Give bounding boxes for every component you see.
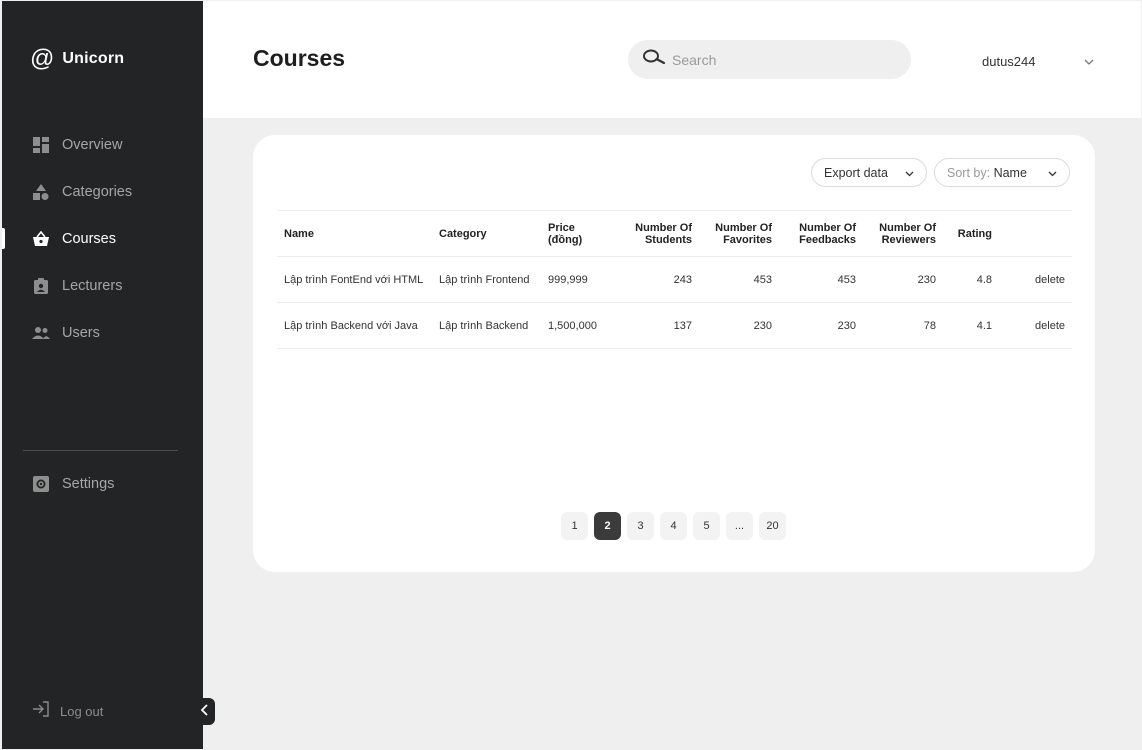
page-button-4[interactable]: 4 [660, 512, 687, 540]
sidebar-item-label: Categories [62, 183, 133, 200]
top-header: Courses dutus244 [203, 1, 1141, 118]
cell-feedbacks: 230 [779, 302, 863, 349]
sidebar-item-settings[interactable]: Settings [2, 460, 203, 507]
cell-price: 999,999 [541, 256, 619, 303]
cell-category: Lập trình Frontend [432, 256, 541, 303]
username: dutus244 [982, 53, 1036, 69]
sidebar-item-label: Settings [62, 475, 115, 492]
column-header-favorites[interactable]: Number Of Favorites [699, 210, 779, 257]
sidebar-item-lecturers[interactable]: Lecturers [2, 262, 203, 309]
chevron-down-icon [905, 166, 914, 180]
settings-icon [32, 475, 50, 493]
users-icon [32, 324, 50, 342]
cell-rating: 4.1 [943, 302, 999, 349]
column-header-students[interactable]: Number Of Students [619, 210, 699, 257]
page-title: Courses [253, 45, 346, 71]
sort-value: Name [993, 165, 1027, 180]
user-menu[interactable]: dutus244 [982, 51, 1094, 71]
logo-at-icon: @ [30, 45, 55, 72]
sidebar: @ Unicorn Overview Categories Courses Le… [2, 1, 215, 749]
column-header-rating[interactable]: Rating [943, 210, 999, 257]
cell-name: Lập trình Backend với Java [277, 302, 432, 349]
page-button-3[interactable]: 3 [627, 512, 654, 540]
sidebar-collapse-button[interactable] [195, 698, 215, 725]
delete-button[interactable]: delete [1035, 274, 1065, 286]
sort-text: Sort by: Name [947, 166, 1027, 180]
sidebar-item-categories[interactable]: Categories [2, 168, 203, 215]
delete-button[interactable]: delete [1035, 320, 1065, 332]
cell-rating: 4.8 [943, 256, 999, 303]
table-row[interactable]: Lập trình Backend với Java Lập trình Bac… [277, 302, 1072, 349]
sidebar-item-overview[interactable]: Overview [2, 121, 203, 168]
courses-table: Name Category Price (đồng) Number Of Stu… [277, 210, 1072, 349]
dashboard-icon [32, 136, 50, 154]
chevron-down-icon [1084, 52, 1094, 70]
column-header-feedbacks[interactable]: Number Of Feedbacks [779, 210, 863, 257]
sidebar-nav: Overview Categories Courses Lecturers Us… [2, 121, 203, 356]
sidebar-divider [23, 450, 178, 451]
cell-favorites: 230 [699, 302, 779, 349]
export-data-button[interactable]: Export data [811, 158, 927, 187]
sort-by-dropdown[interactable]: Sort by: Name [934, 158, 1070, 187]
table-header-row: Name Category Price (đồng) Number Of Stu… [277, 210, 1072, 257]
chevron-left-icon [200, 703, 209, 721]
sidebar-item-users[interactable]: Users [2, 309, 203, 356]
cell-students: 137 [619, 302, 699, 349]
sidebar-item-courses[interactable]: Courses [2, 215, 203, 262]
search-bar[interactable] [628, 40, 911, 79]
search-icon [642, 49, 666, 70]
logout-button[interactable]: Log out [32, 701, 103, 722]
sidebar-item-label: Lecturers [62, 277, 123, 294]
search-input[interactable] [672, 51, 892, 68]
cell-feedbacks: 453 [779, 256, 863, 303]
sidebar-settings: Settings [2, 460, 203, 507]
badge-icon [32, 277, 50, 295]
table-row[interactable]: Lập trình FontEnd với HTML Lập trình Fro… [277, 256, 1072, 303]
chevron-down-icon [1048, 166, 1057, 180]
export-label: Export data [824, 165, 888, 180]
cell-category: Lập trình Backend [432, 302, 541, 349]
page-button-5[interactable]: 5 [693, 512, 720, 540]
cell-price: 1,500,000 [541, 302, 619, 349]
column-header-category[interactable]: Category [432, 210, 541, 257]
cell-favorites: 453 [699, 256, 779, 303]
column-header-name[interactable]: Name [277, 210, 432, 257]
shapes-icon [32, 183, 50, 201]
page-ellipsis[interactable]: ... [726, 512, 753, 540]
sidebar-item-label: Overview [62, 136, 123, 153]
brand-logo[interactable]: @ Unicorn [30, 47, 124, 71]
column-header-price[interactable]: Price (đồng) [541, 210, 619, 257]
sidebar-item-label: Courses [62, 230, 116, 247]
sort-prefix: Sort by: [947, 165, 991, 180]
cell-name: Lập trình FontEnd với HTML [277, 256, 432, 303]
page-button-1[interactable]: 1 [561, 512, 588, 540]
logout-icon [32, 701, 50, 722]
courses-card: Export data Sort by: Name Name Category … [253, 135, 1095, 572]
cell-reviewers: 78 [863, 302, 943, 349]
cell-reviewers: 230 [863, 256, 943, 303]
page-button-2[interactable]: 2 [594, 512, 621, 540]
basket-icon [32, 230, 50, 248]
sidebar-item-label: Users [62, 324, 100, 341]
brand-name: Unicorn [62, 50, 125, 67]
column-header-action [999, 210, 1072, 257]
logout-label: Log out [60, 704, 104, 719]
column-header-reviewers[interactable]: Number Of Reviewers [863, 210, 943, 257]
page-button-20[interactable]: 20 [759, 512, 786, 540]
pagination: 1 2 3 4 5 ... 20 [561, 512, 786, 540]
cell-students: 243 [619, 256, 699, 303]
